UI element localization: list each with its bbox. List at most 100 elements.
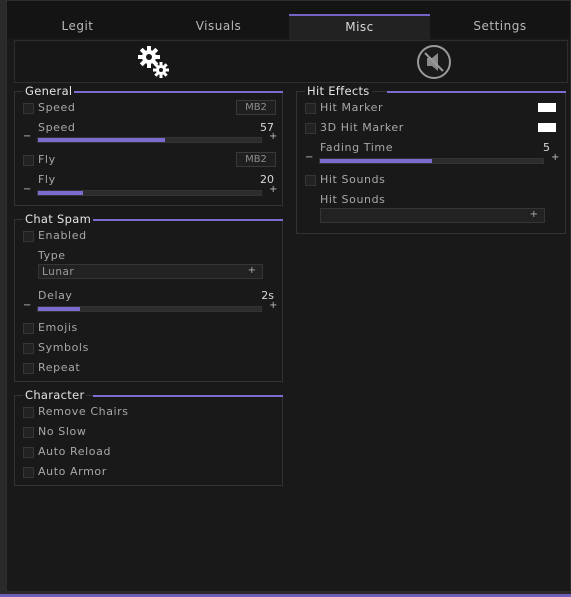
character-group: Character Remove Chairs No Slow Auto Rel…	[14, 388, 283, 486]
speed-checkbox[interactable]	[23, 103, 34, 114]
hit-sounds-label-row: Hit Sounds	[305, 193, 563, 209]
repeat-row[interactable]: Repeat	[23, 361, 278, 377]
chat-spam-title: Chat Spam	[23, 212, 94, 226]
fading-time-slider[interactable]: − +	[305, 152, 563, 166]
hit-sounds-toggle-label: Hit Sounds	[320, 173, 386, 186]
fly-keybind[interactable]: MB2	[236, 152, 276, 167]
fading-time-decrement[interactable]: −	[305, 152, 313, 163]
no-slow-label: No Slow	[38, 425, 87, 438]
fading-time-fill	[320, 159, 432, 163]
remove-chairs-checkbox[interactable]	[23, 407, 34, 418]
auto-reload-label: Auto Reload	[38, 445, 112, 458]
no-slow-checkbox[interactable]	[23, 427, 34, 438]
speed-value: 57	[260, 121, 274, 134]
tab-legit[interactable]: Legit	[7, 15, 148, 38]
delay-value: 2s	[261, 289, 274, 302]
delay-increment[interactable]: +	[269, 300, 277, 311]
fly-label: Fly	[38, 173, 56, 186]
speed-increment[interactable]: +	[269, 131, 277, 142]
no-slow-row[interactable]: No Slow	[23, 425, 278, 441]
delay-decrement[interactable]: −	[23, 300, 31, 311]
speed-toggle-label: Speed	[38, 101, 76, 114]
fading-time-label: Fading Time	[320, 141, 394, 154]
hit-effects-title: Hit Effects	[305, 84, 372, 98]
hit-marker-label: Hit Marker	[320, 101, 384, 114]
auto-armor-label: Auto Armor	[38, 465, 107, 478]
fly-checkbox[interactable]	[23, 155, 34, 166]
fly-slider[interactable]: − +	[23, 184, 280, 198]
hit-sounds-dropdown-expand-icon[interactable]: +	[530, 209, 538, 220]
enabled-row[interactable]: Enabled	[23, 229, 278, 245]
delay-slider[interactable]: − +	[23, 300, 280, 314]
chat-spam-group: Chat Spam Enabled Type Lunar + Delay 2s …	[14, 212, 283, 382]
chat-spam-title-line	[91, 219, 283, 221]
hit-marker-color-swatch[interactable]	[538, 103, 556, 112]
character-title-line	[93, 395, 283, 397]
remove-chairs-row[interactable]: Remove Chairs	[23, 405, 278, 421]
type-dropdown[interactable]: Lunar +	[38, 264, 263, 279]
fly-value: 20	[260, 173, 274, 186]
fading-time-row: Fading Time 5	[305, 141, 563, 157]
enabled-label: Enabled	[38, 229, 87, 242]
fly-toggle-row[interactable]: Fly MB2	[23, 152, 278, 169]
hit-effects-group: Hit Effects Hit Marker 3D Hit Marker Fad…	[296, 84, 566, 234]
delay-fill	[38, 307, 81, 311]
hit-effects-title-line	[387, 91, 566, 93]
hit-sounds-dropdown[interactable]: +	[320, 208, 545, 223]
fly-increment[interactable]: +	[269, 184, 277, 195]
subtab-icon-bar	[14, 40, 568, 83]
cheat-menu-window: Legit Visuals Misc Settings General Spee…	[6, 0, 571, 592]
emojis-label: Emojis	[38, 321, 78, 334]
symbols-label: Symbols	[38, 341, 89, 354]
speed-track[interactable]	[37, 137, 262, 143]
speed-toggle-row[interactable]: Speed MB2	[23, 100, 278, 117]
tab-misc[interactable]: Misc	[289, 14, 430, 40]
type-dropdown-value: Lunar	[42, 266, 75, 278]
remove-chairs-label: Remove Chairs	[38, 405, 129, 418]
speed-label: Speed	[38, 121, 76, 134]
hit-marker-row[interactable]: Hit Marker	[305, 101, 563, 117]
speed-slider[interactable]: − +	[23, 131, 280, 145]
hit3d-marker-color-swatch[interactable]	[538, 123, 556, 132]
emojis-row[interactable]: Emojis	[23, 321, 278, 337]
fly-toggle-label: Fly	[38, 153, 56, 166]
tab-settings[interactable]: Settings	[430, 15, 570, 38]
hit-sounds-toggle-row[interactable]: Hit Sounds	[305, 173, 563, 189]
auto-armor-checkbox[interactable]	[23, 467, 34, 478]
emojis-checkbox[interactable]	[23, 323, 34, 334]
symbols-checkbox[interactable]	[23, 343, 34, 354]
repeat-label: Repeat	[38, 361, 81, 374]
symbols-row[interactable]: Symbols	[23, 341, 278, 357]
no-audio-icon[interactable]	[416, 44, 452, 80]
general-group: General Speed MB2 Speed 57 − + Fly MB2 F…	[14, 84, 283, 206]
auto-armor-row[interactable]: Auto Armor	[23, 465, 278, 481]
hit3d-marker-checkbox[interactable]	[305, 123, 316, 134]
speed-fill	[38, 138, 166, 142]
hit-sounds-checkbox[interactable]	[305, 175, 316, 186]
fly-track[interactable]	[37, 190, 262, 196]
gears-icon[interactable]	[136, 44, 172, 80]
delay-track[interactable]	[37, 306, 262, 312]
hit-marker-checkbox[interactable]	[305, 103, 316, 114]
fly-decrement[interactable]: −	[23, 184, 31, 195]
general-title-line	[71, 91, 283, 93]
repeat-checkbox[interactable]	[23, 363, 34, 374]
hit3d-marker-label: 3D Hit Marker	[320, 121, 404, 134]
fly-fill	[38, 191, 83, 195]
type-dropdown-expand-icon[interactable]: +	[248, 265, 256, 276]
character-title: Character	[23, 388, 87, 402]
speed-decrement[interactable]: −	[23, 131, 31, 142]
auto-reload-row[interactable]: Auto Reload	[23, 445, 278, 461]
auto-reload-checkbox[interactable]	[23, 447, 34, 458]
type-row: Type	[23, 249, 278, 265]
tab-visuals[interactable]: Visuals	[148, 15, 289, 38]
hit3d-marker-row[interactable]: 3D Hit Marker	[305, 121, 563, 137]
delay-row: Delay 2s	[23, 289, 278, 305]
speed-keybind[interactable]: MB2	[236, 100, 276, 115]
fading-time-value: 5	[543, 141, 550, 154]
fly-slider-row: Fly 20	[23, 173, 278, 189]
enabled-checkbox[interactable]	[23, 231, 34, 242]
fading-time-increment[interactable]: +	[551, 152, 559, 163]
delay-label: Delay	[38, 289, 73, 302]
fading-time-track[interactable]	[319, 158, 544, 164]
